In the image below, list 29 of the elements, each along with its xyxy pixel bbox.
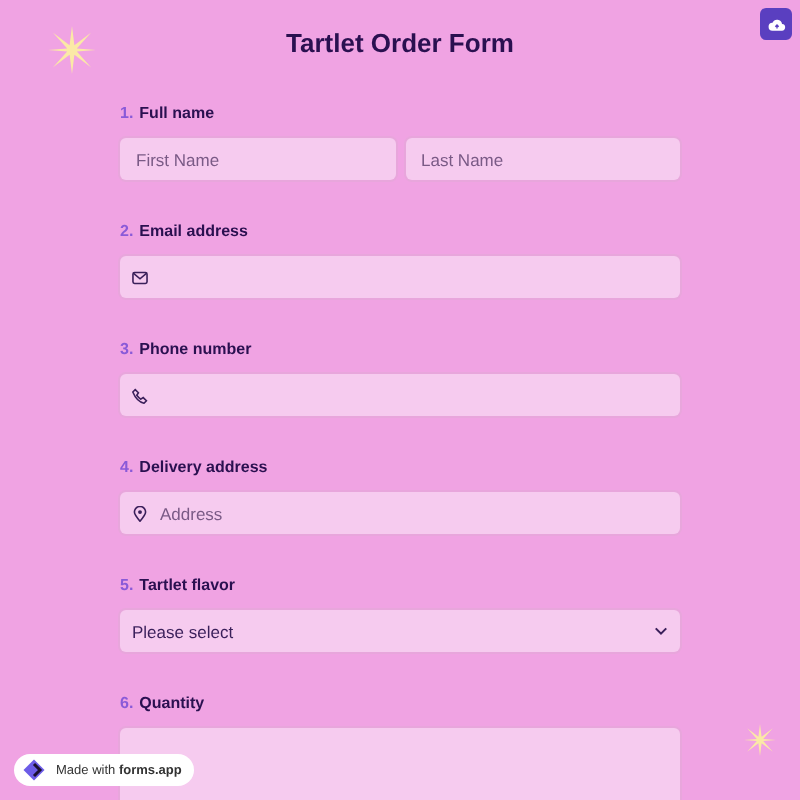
chevron-down-icon — [654, 626, 668, 636]
question-label: Phone number — [139, 338, 252, 362]
envelope-icon — [132, 269, 148, 285]
select-dropdown[interactable]: Please select — [120, 610, 680, 652]
location-pin-icon — [132, 505, 148, 521]
question-label: Email address — [139, 220, 248, 244]
question-label: Delivery address — [139, 456, 268, 480]
phone-field[interactable] — [120, 374, 680, 416]
text-field[interactable]: Last Name — [405, 138, 680, 180]
question-number: 5. — [120, 574, 134, 598]
cloud-upload-button[interactable] — [760, 8, 792, 40]
phone-icon — [132, 387, 148, 403]
question-label: Tartlet flavor — [139, 574, 236, 598]
sparkle-icon — [48, 26, 96, 74]
cloud-upload-icon — [767, 17, 785, 31]
sparkle-icon — [744, 724, 776, 756]
question-number: 3. — [120, 338, 134, 362]
question-number: 1. — [120, 102, 134, 126]
question-number: 4. — [120, 456, 134, 480]
question-label: Full name — [139, 102, 215, 126]
question-number: 6. — [120, 692, 134, 716]
email-field[interactable] — [120, 256, 680, 298]
number-field[interactable] — [120, 728, 680, 800]
question-label: Quantity — [139, 692, 205, 716]
question-number: 2. — [120, 220, 134, 244]
text-field[interactable]: First Name — [120, 138, 395, 180]
diamond-logo-icon — [22, 758, 46, 782]
address-field[interactable]: Address — [120, 492, 680, 534]
form-title: Tartlet Order Form — [286, 28, 514, 60]
